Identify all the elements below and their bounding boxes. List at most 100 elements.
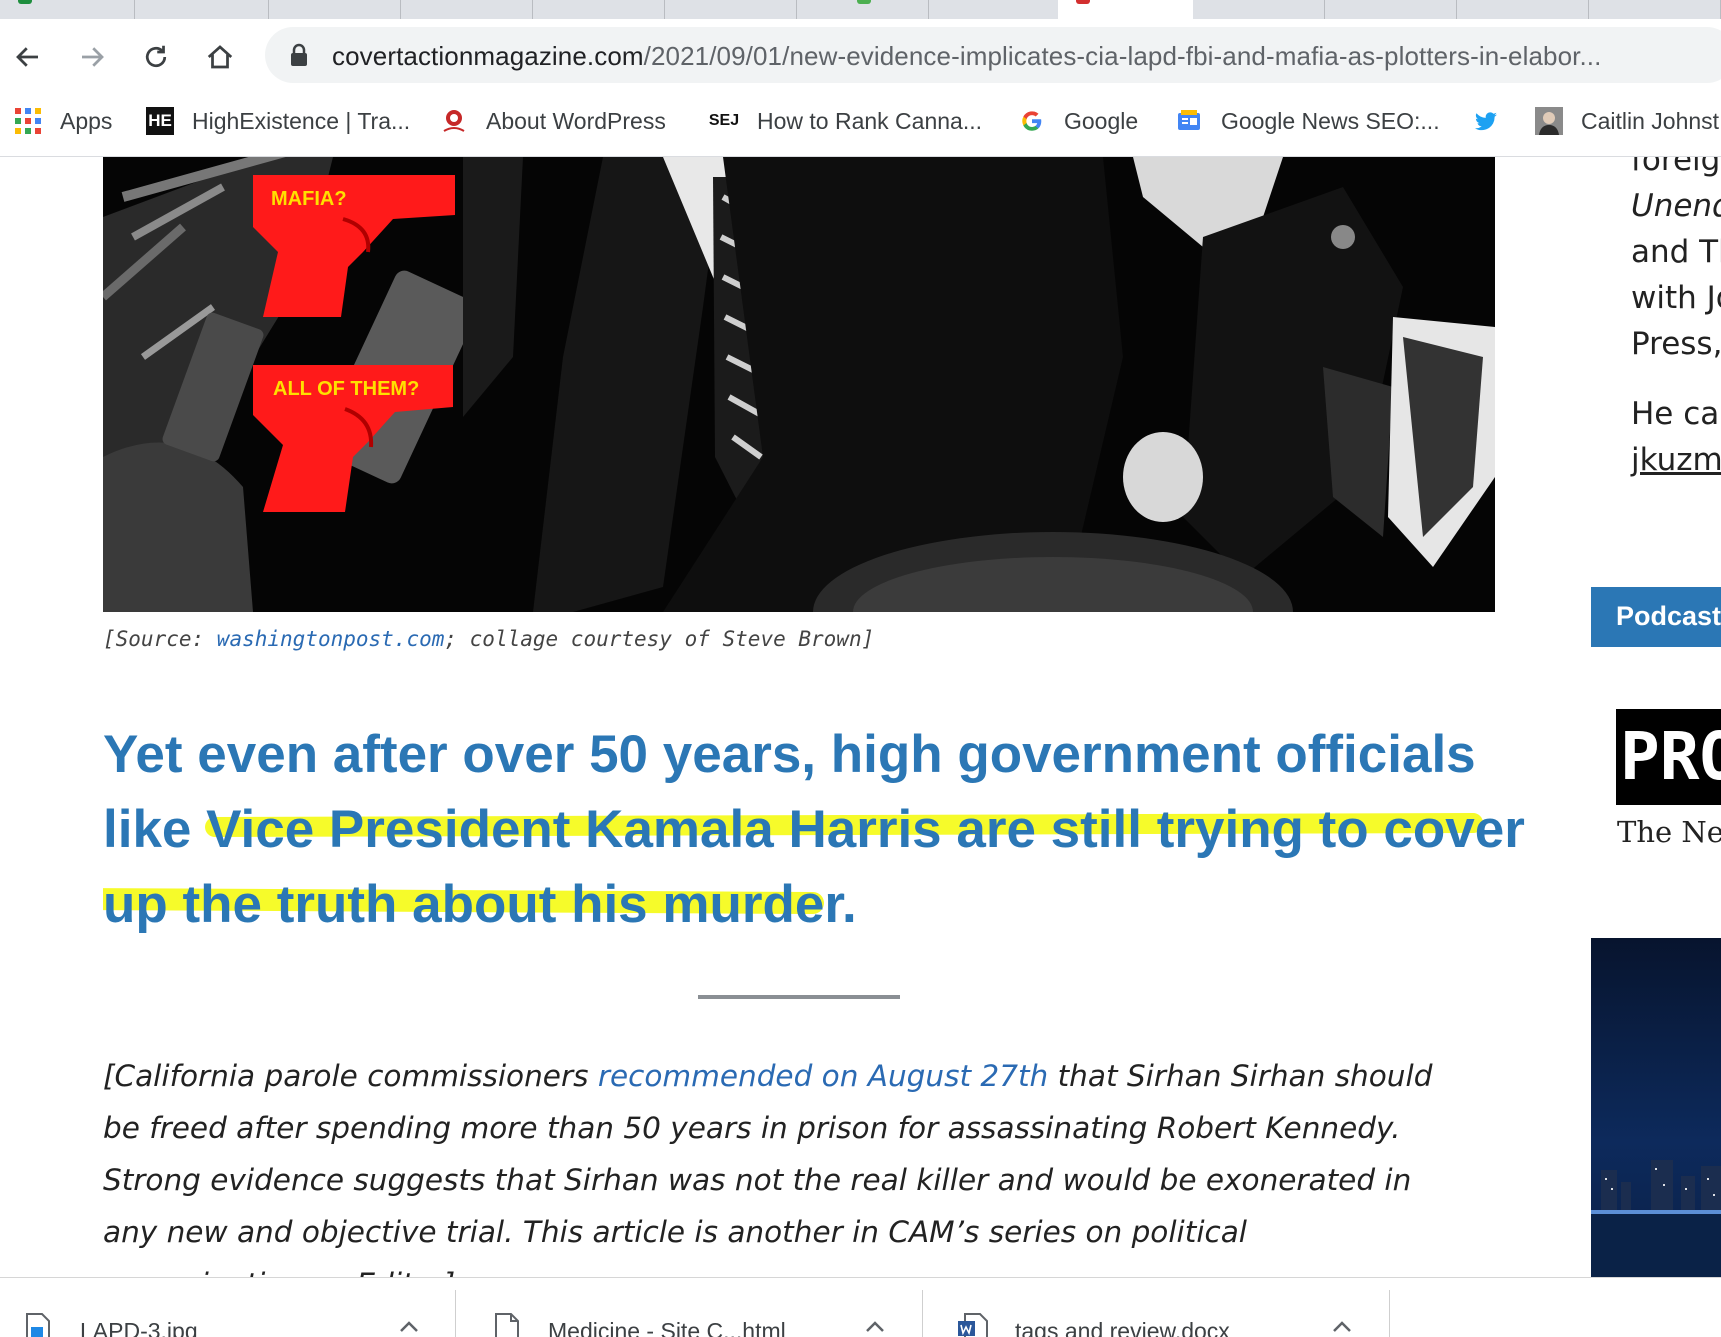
bookmark-apps[interactable]: Apps xyxy=(14,105,112,137)
image-caption: [Source: washingtonpost.com; collage cou… xyxy=(103,627,874,651)
url-text: covertactionmagazine.com/2021/09/01/new-… xyxy=(332,41,1601,72)
caption-prefix: [Source: xyxy=(103,627,217,651)
browser-tab[interactable] xyxy=(135,0,269,19)
browser-tab[interactable] xyxy=(1193,0,1325,19)
intro-line: Strong evidence suggests that Sirhan was… xyxy=(103,1163,1412,1197)
bookmark-label: Caitlin Johnst xyxy=(1581,107,1720,134)
intro-line: be freed after spending more than 50 yea… xyxy=(103,1111,1401,1145)
browser-toolbar: covertactionmagazine.com/2021/09/01/new-… xyxy=(0,19,1721,91)
word-file-icon xyxy=(958,1313,988,1337)
bookmarks-bar: Apps HE HighExistence | Tra... About Wor… xyxy=(0,91,1721,157)
bookmark-label: Google News SEO:... xyxy=(1221,107,1440,134)
tab-favicon-icon xyxy=(18,0,32,4)
page-content: MAFIA? ALL OF THEM? [Source: washingtonp… xyxy=(0,157,1721,1277)
bio-gap xyxy=(1631,367,1721,391)
tab-favicon-icon xyxy=(857,0,871,4)
wordpress-icon xyxy=(440,107,468,135)
caption-source-link[interactable]: washingtonpost.com xyxy=(217,627,445,651)
browser-tab[interactable] xyxy=(1457,0,1589,19)
browser-tab[interactable] xyxy=(401,0,533,19)
browser-tab-active[interactable] xyxy=(1058,0,1193,19)
avatar-icon xyxy=(1535,107,1563,135)
twitter-icon xyxy=(1472,107,1500,135)
reload-button[interactable] xyxy=(136,37,176,77)
download-bar: LAPD-3.jpg Medicine - Site C...html tags… xyxy=(0,1277,1721,1337)
bookmark-google-news-seo[interactable]: Google News SEO:... xyxy=(1175,105,1440,137)
browser-tab[interactable] xyxy=(0,0,135,19)
home-button[interactable] xyxy=(200,37,240,77)
browser-tab[interactable] xyxy=(1589,0,1721,19)
city-skyline-ad[interactable] xyxy=(1591,938,1721,1277)
bio-line: Press, xyxy=(1631,326,1721,362)
sej-icon: SEJ xyxy=(709,107,739,135)
author-email-link[interactable]: jkuzmi xyxy=(1631,442,1721,478)
chevron-up-icon[interactable] xyxy=(1331,1320,1353,1334)
reload-icon xyxy=(145,45,167,68)
gun-label-all-of-them: ALL OF THEM? xyxy=(273,378,419,400)
image-file-icon xyxy=(26,1313,50,1337)
lock-icon xyxy=(291,43,307,66)
bookmark-google[interactable]: Google xyxy=(1018,105,1138,137)
download-filename: LAPD-3.jpg xyxy=(80,1318,198,1337)
forward-button[interactable] xyxy=(72,37,112,77)
intro-line: [California parole commissioners recomme… xyxy=(103,1050,1503,1102)
browser-tab[interactable] xyxy=(533,0,665,19)
he-icon: HE xyxy=(146,107,174,135)
download-filename: Medicine - Site C...html xyxy=(548,1318,786,1337)
bookmark-label: Apps xyxy=(60,107,113,134)
recommended-link[interactable]: recommended on August 27th xyxy=(598,1059,1048,1093)
browser-tab[interactable] xyxy=(797,0,929,19)
bookmark-label: HighExistence | Tra... xyxy=(192,107,411,134)
caption-suffix: ; collage courtesy of Steve Brown] xyxy=(444,627,875,651)
download-separator xyxy=(1389,1290,1390,1337)
apps-grid-icon xyxy=(14,107,42,135)
download-item[interactable]: tags and review.docx xyxy=(923,1278,1390,1337)
bio-line: with Jo xyxy=(1631,280,1721,316)
home-icon xyxy=(207,45,233,69)
browser-tab[interactable] xyxy=(665,0,797,19)
bookmark-caitlin-johnstone[interactable]: Caitlin Johnst xyxy=(1535,105,1719,137)
hero-image: MAFIA? ALL OF THEM? xyxy=(103,157,1495,612)
he-badge-text: HE xyxy=(148,111,172,130)
url-path: /2021/09/01/new-evidence-implicates-cia-… xyxy=(643,41,1602,71)
intro-line: assassinations.—Editor] xyxy=(103,1258,1503,1277)
download-filename: tags and review.docx xyxy=(1015,1318,1230,1337)
tab-favicon-icon xyxy=(1076,0,1090,4)
bio-line: Unend xyxy=(1631,188,1721,224)
bookmark-how-to-rank[interactable]: SEJ How to Rank Canna... xyxy=(709,105,982,137)
chevron-up-icon[interactable] xyxy=(398,1320,420,1334)
bookmark-label: How to Rank Canna... xyxy=(757,107,983,134)
tab-strip xyxy=(0,0,1721,19)
bookmark-label: Google xyxy=(1064,107,1139,134)
headline-line: like Vice President Kamala Harris are st… xyxy=(103,800,1525,859)
google-icon xyxy=(1018,107,1046,135)
pro-tagline: The Ne xyxy=(1617,815,1721,849)
html-file-icon xyxy=(495,1313,519,1337)
section-divider xyxy=(698,995,900,999)
headline-line: Yet even after over 50 years, high gover… xyxy=(103,725,1476,784)
chevron-up-icon[interactable] xyxy=(864,1320,886,1334)
arrow-left-icon xyxy=(16,47,38,67)
browser-tab[interactable] xyxy=(1325,0,1457,19)
pro-logo[interactable]: PRO xyxy=(1616,709,1721,805)
bio-line: and Th xyxy=(1631,234,1721,270)
podcast-button[interactable]: Podcast xyxy=(1591,587,1721,647)
bookmark-label: About WordPress xyxy=(486,107,666,134)
browser-tab[interactable] xyxy=(269,0,401,19)
intro-text: [California parole commissioners xyxy=(103,1059,598,1093)
bookmark-about-wordpress[interactable]: About WordPress xyxy=(440,105,666,137)
contact-line: He car xyxy=(1631,396,1721,432)
intro-text: that Sirhan Sirhan should xyxy=(1048,1059,1433,1093)
google-news-icon xyxy=(1175,107,1203,135)
download-item[interactable]: LAPD-3.jpg xyxy=(0,1278,456,1337)
headline-line: up the truth about his murder. xyxy=(103,875,857,934)
bookmark-twitter[interactable] xyxy=(1472,105,1518,137)
download-item[interactable]: Medicine - Site C...html xyxy=(456,1278,923,1337)
address-bar[interactable]: covertactionmagazine.com/2021/09/01/new-… xyxy=(265,27,1721,83)
author-bio: foreign Unend and Th with Jo Press, He c… xyxy=(1631,157,1721,483)
bookmark-highexistence[interactable]: HE HighExistence | Tra... xyxy=(146,105,410,137)
sej-badge-text: SEJ xyxy=(708,112,740,129)
editor-note: [California parole commissioners recomme… xyxy=(103,1050,1503,1277)
intro-line: any new and objective trial. This articl… xyxy=(103,1215,1248,1249)
back-button[interactable] xyxy=(8,37,48,77)
